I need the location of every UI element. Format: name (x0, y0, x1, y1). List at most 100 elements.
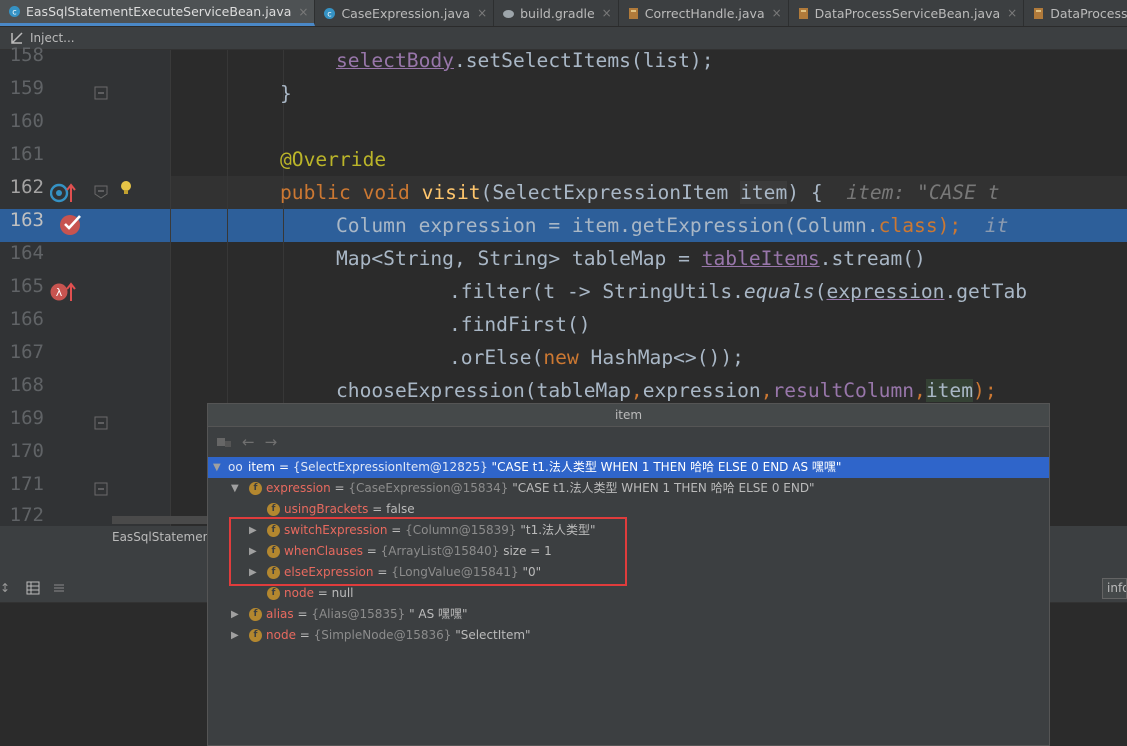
keyword: new (543, 346, 579, 369)
expand-arrow-icon[interactable]: ▼ (213, 457, 223, 478)
collapsed-arrow-icon[interactable]: ▶ (231, 625, 241, 646)
code-text: item (740, 181, 788, 204)
variable-name: node (266, 628, 296, 642)
equals-sign: = (313, 586, 332, 600)
close-icon[interactable]: × (772, 6, 782, 20)
close-icon[interactable]: × (602, 6, 612, 20)
close-icon[interactable]: × (477, 6, 487, 20)
variable-value: "SelectItem" (451, 628, 531, 642)
tab-caseexpression[interactable]: c CaseExpression.java × (315, 0, 495, 26)
code-text: HashMap<>()); (578, 346, 744, 369)
lambda-icon[interactable]: λ (50, 281, 76, 303)
watch-icon: oo (228, 460, 243, 474)
tree-row-node-null[interactable]: f node = null (208, 583, 1049, 604)
variable-value: "CASE t1.法人类型 WHEN 1 THEN 哈哈 ELSE 0 END" (508, 481, 815, 495)
tree-row-alias[interactable]: ▶ f alias = {Alias@15835} " AS 嘿嘿" (208, 604, 1049, 625)
equals-sign: = (275, 460, 293, 474)
code-text: ); (937, 214, 962, 237)
tab-build-gradle[interactable]: build.gradle × (494, 0, 619, 26)
log-level-field[interactable]: info (1102, 578, 1127, 599)
keyword: void (362, 181, 410, 204)
equals-sign: = (368, 502, 387, 516)
code-text: , (760, 379, 773, 402)
tab-label: DataProcessingType.java (1050, 5, 1127, 21)
code-line-158: selectBody.setSelectItems(list); (336, 50, 714, 77)
table-icon[interactable] (26, 581, 40, 595)
fold-marker-icon[interactable] (94, 86, 108, 100)
java-class-icon: c (324, 7, 336, 19)
code-line-159: } (280, 82, 292, 105)
tab-label: EasSqlStatementExecuteServiceBean.java (26, 4, 292, 19)
java-class-icon: c (9, 6, 20, 17)
collapsed-arrow-icon[interactable]: ▶ (231, 604, 241, 625)
code-text: , (914, 379, 926, 402)
code-text: (SelectExpressionItem (480, 181, 741, 204)
back-arrow-icon[interactable]: ← (242, 433, 255, 451)
object-ref: {SimpleNode@15836} (313, 628, 452, 642)
field-icon: f (249, 608, 262, 621)
code-text: , (630, 379, 643, 402)
code-text: equals (743, 280, 815, 303)
equals-sign: = (293, 607, 312, 621)
debug-tab-label[interactable]: EasSqlStatement (112, 530, 215, 544)
stepper-icon[interactable]: ↕ (0, 581, 10, 595)
variable-value: null (331, 586, 354, 600)
close-icon[interactable]: × (298, 5, 308, 19)
tree-row-expression[interactable]: ▼ f expression = {CaseExpression@15834} … (208, 478, 1049, 499)
fold-marker-icon[interactable] (94, 416, 108, 430)
tab-dataprocessservicebean[interactable]: DataProcessServiceBean.java × (789, 0, 1025, 26)
list-icon[interactable] (52, 581, 66, 595)
field-icon: f (267, 503, 280, 516)
tab-eassqlstatementexecuteservicebean[interactable]: c EasSqlStatementExecuteServiceBean.java… (0, 0, 316, 26)
variable-name: alias (266, 607, 294, 621)
fold-marker-icon[interactable] (94, 185, 108, 199)
line-number: 164 (9, 242, 44, 264)
code-line-166: .findFirst() (449, 313, 591, 336)
line-number: 168 (9, 374, 44, 396)
svg-text:c: c (328, 9, 332, 18)
navigate-icon[interactable] (216, 435, 232, 449)
expand-arrow-icon[interactable]: ▼ (231, 478, 241, 499)
popup-toolbar: ← → (208, 427, 1049, 457)
tab-dataprocessingtype[interactable]: DataProcessingType.java × (1024, 0, 1127, 26)
variable-name: item (248, 460, 276, 474)
code-text: ( (814, 280, 827, 303)
code-text: ); (973, 379, 997, 402)
fold-marker-icon[interactable] (94, 482, 108, 496)
breakpoint-icon[interactable] (58, 212, 84, 238)
code-text: expression (642, 379, 761, 402)
close-icon[interactable]: × (1007, 6, 1017, 20)
intention-bulb-icon[interactable] (119, 180, 133, 196)
code-line-167: .orElse(new HashMap<>()); (449, 341, 744, 374)
code-text: .getTab (944, 280, 1028, 303)
method-icon (11, 32, 23, 44)
variable-name: usingBrackets (284, 502, 369, 516)
code-text: .orElse( (449, 346, 544, 369)
variable-name: node (284, 586, 314, 600)
tree-row-item[interactable]: ▼ oo item = {SelectExpressionItem@12825}… (208, 457, 1049, 478)
java-file-icon (798, 7, 808, 19)
line-number: 171 (9, 473, 44, 495)
tab-correcthandle[interactable]: CorrectHandle.java × (619, 0, 789, 26)
keyword: public (280, 181, 351, 204)
code-text: item (925, 379, 974, 402)
line-number: 167 (9, 341, 44, 363)
gradle-icon (503, 9, 515, 18)
code-text: chooseExpression(tableMap (336, 379, 631, 402)
override-method-icon[interactable] (50, 182, 76, 204)
breadcrumb[interactable]: Inject... (0, 27, 1127, 50)
line-number: 172 (9, 504, 44, 526)
code-text: .filter(t -> StringUtils. (449, 280, 744, 303)
java-file-icon (628, 7, 638, 19)
line-number: 162 (9, 176, 44, 198)
inline-debug-hint: it (984, 214, 1009, 237)
tree-row-node[interactable]: ▶ f node = {SimpleNode@15836} "SelectIte… (208, 625, 1049, 646)
forward-arrow-icon[interactable]: → (265, 433, 278, 451)
horizontal-scrollbar[interactable] (112, 516, 208, 524)
method-name: visit (421, 181, 481, 204)
object-ref: {CaseExpression@15834} (348, 481, 509, 495)
field-icon: f (249, 482, 262, 495)
field-ref: tableItems (701, 247, 820, 270)
variable-name: expression (266, 481, 331, 495)
line-number: 160 (9, 110, 44, 132)
